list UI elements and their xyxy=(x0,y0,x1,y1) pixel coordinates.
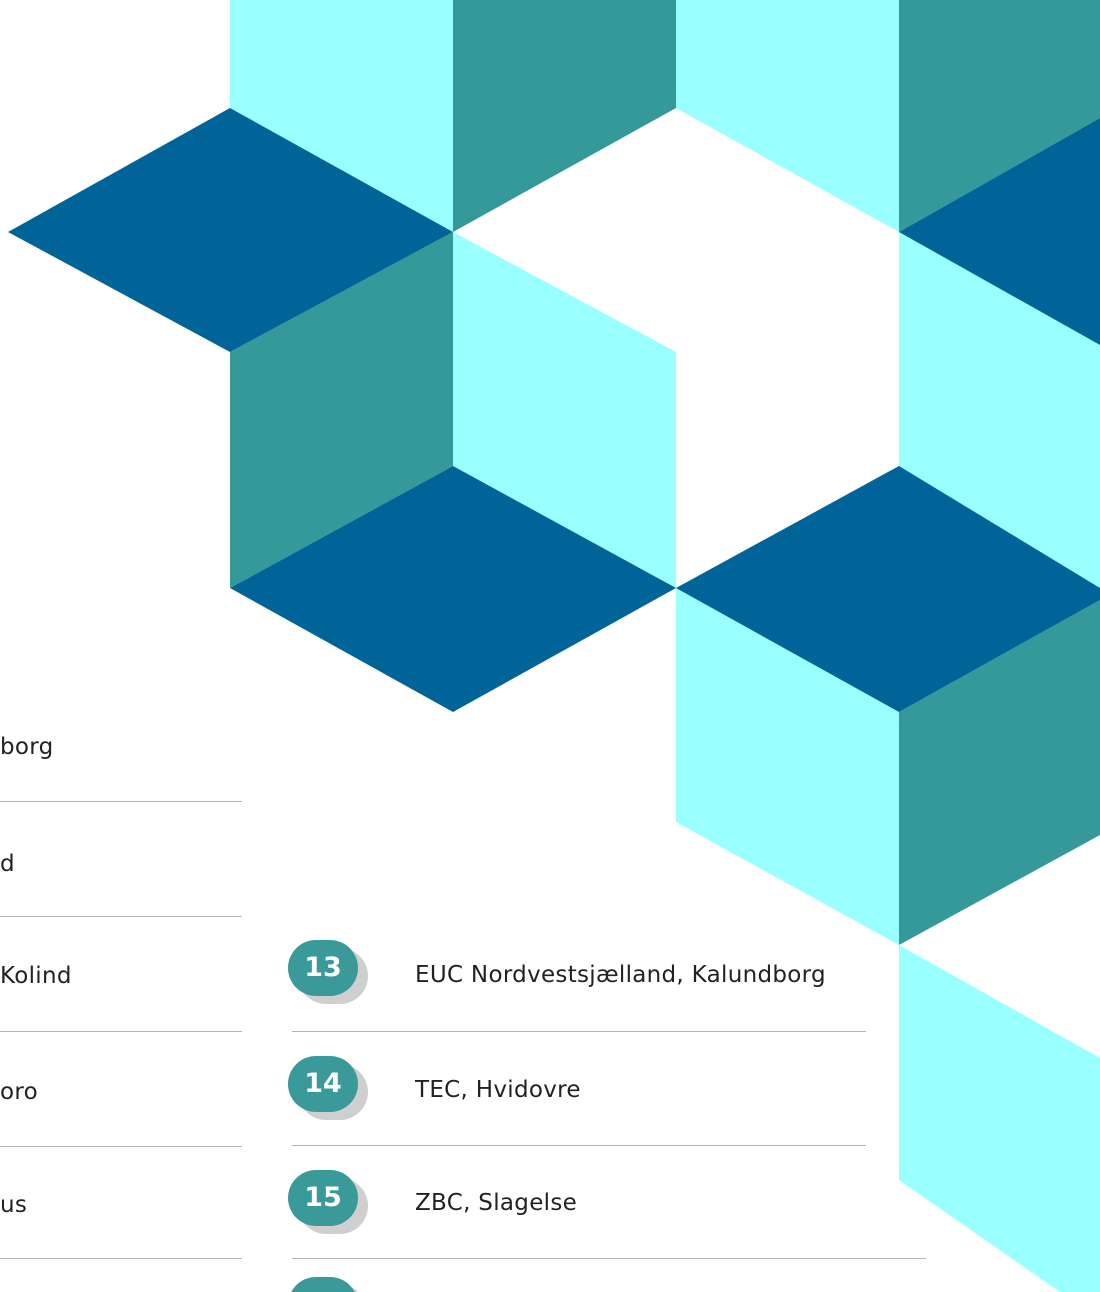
divider xyxy=(292,1258,926,1259)
divider xyxy=(292,1031,866,1032)
left-list-item: Kolind xyxy=(0,963,72,989)
divider xyxy=(292,1145,866,1146)
school-name: TEC, Hvidovre xyxy=(415,1077,581,1103)
divider xyxy=(0,1146,242,1147)
left-list-item: borg xyxy=(0,734,54,760)
divider xyxy=(0,916,242,917)
left-list-item: d xyxy=(0,851,15,877)
cube-face-light xyxy=(899,945,1100,1292)
cube-face-light xyxy=(676,0,899,232)
left-list-item: oro xyxy=(0,1079,38,1105)
school-name: ZBC, Slagelse xyxy=(415,1190,578,1216)
school-name: EUC Nordvestsjælland, Kalundborg xyxy=(415,962,826,988)
page: borg d Kolind oro us 13 EUC Nordvestsjæl… xyxy=(0,0,1100,1292)
left-list-item: us xyxy=(0,1192,28,1218)
number-badge: 15 xyxy=(288,1170,358,1226)
divider xyxy=(0,801,242,802)
divider xyxy=(0,1031,242,1032)
divider xyxy=(0,1258,242,1259)
cube-face-teal xyxy=(453,0,676,232)
number-badge: 13 xyxy=(288,940,358,996)
number-badge: 14 xyxy=(288,1056,358,1112)
